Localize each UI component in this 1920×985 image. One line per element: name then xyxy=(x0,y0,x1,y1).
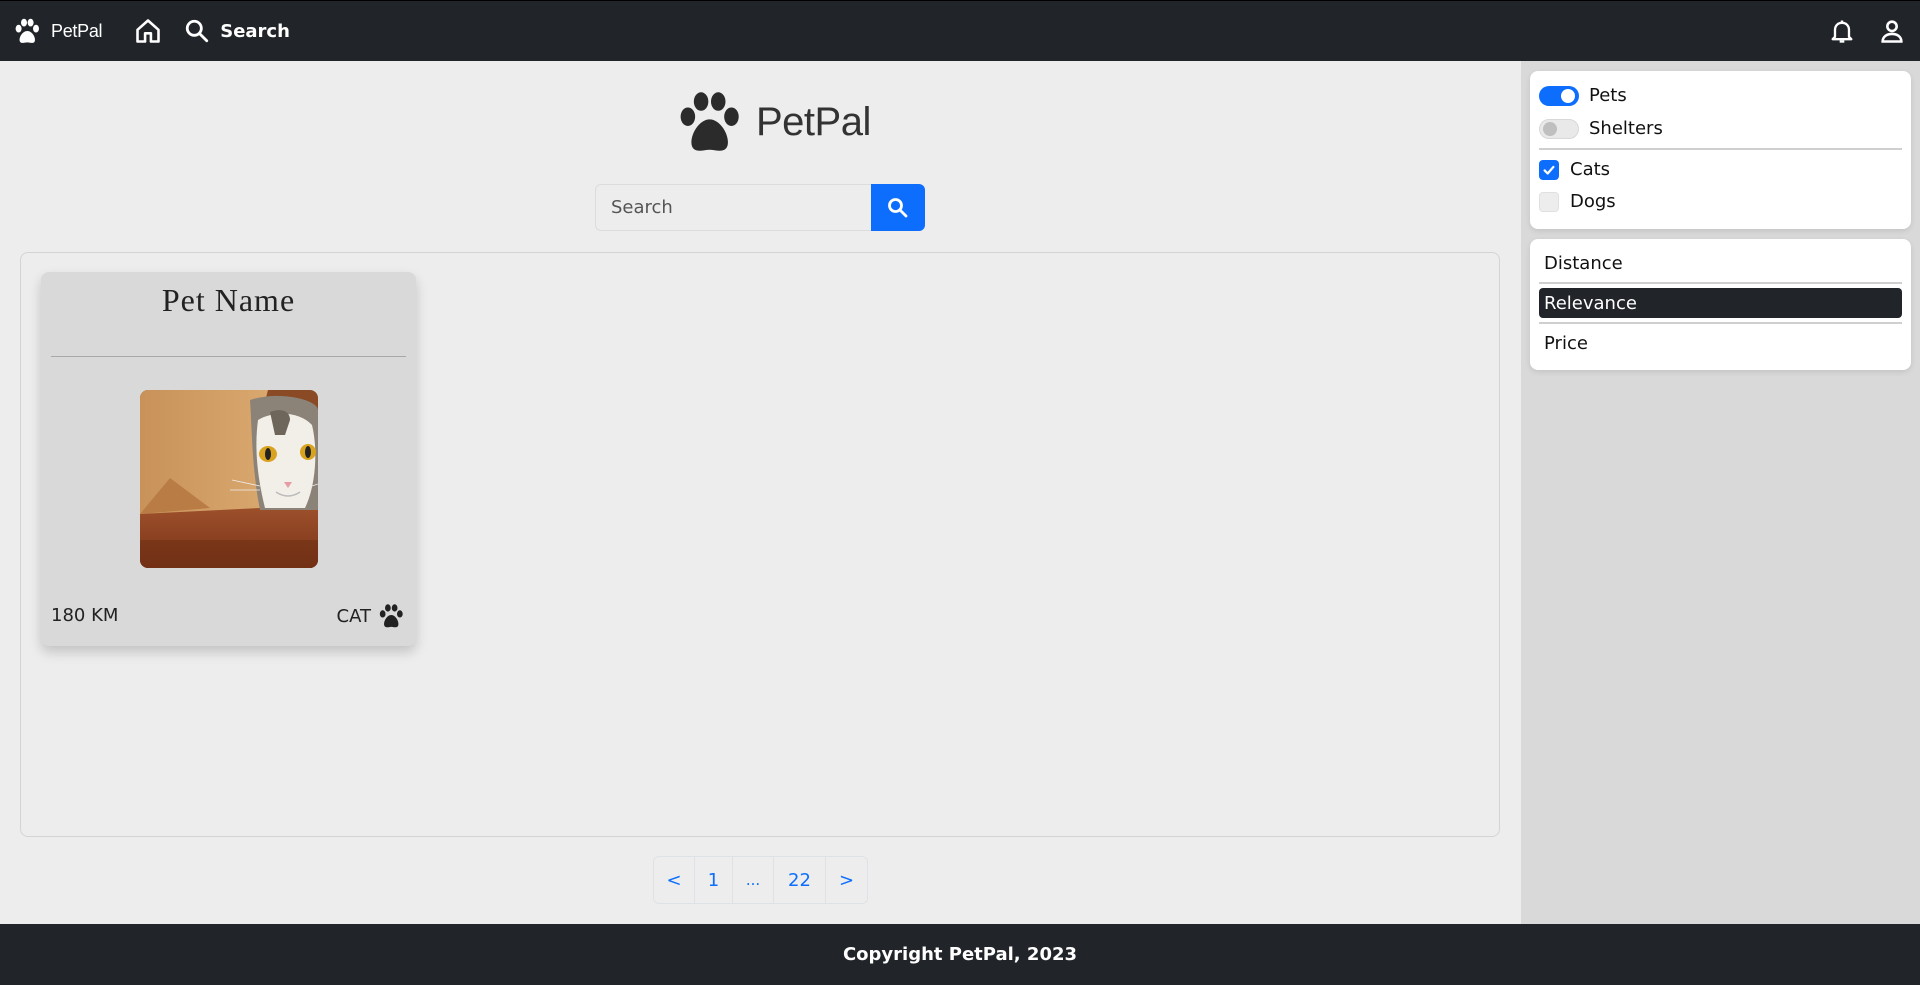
page-next[interactable]: > xyxy=(825,857,867,903)
toggle-pets[interactable]: Pets xyxy=(1539,85,1627,106)
sort-distance[interactable]: Distance xyxy=(1539,248,1902,278)
toggle-pets-label: Pets xyxy=(1589,85,1627,106)
pet-name: Pet Name xyxy=(161,282,296,318)
home-icon xyxy=(136,19,161,43)
nav-actions xyxy=(1828,17,1906,45)
sort-divider xyxy=(1539,322,1902,324)
brand-link[interactable]: PetPal xyxy=(12,16,103,46)
toggle-shelters-label: Shelters xyxy=(1589,118,1663,139)
paw-icon xyxy=(379,604,403,628)
page-22[interactable]: 22 xyxy=(773,857,825,903)
sort-divider xyxy=(1539,282,1902,284)
pet-distance: 180 KM xyxy=(51,605,119,626)
page-prev[interactable]: < xyxy=(654,857,694,903)
home-button[interactable] xyxy=(134,17,162,45)
checkmark-icon xyxy=(1543,165,1555,175)
check-cats[interactable]: Cats xyxy=(1539,159,1610,180)
pet-photo xyxy=(140,390,318,568)
sort-card: Distance Relevance Price xyxy=(1530,239,1911,370)
sort-relevance[interactable]: Relevance xyxy=(1539,288,1902,318)
hero-logo-text: PetPal xyxy=(756,99,871,144)
search-bar xyxy=(595,184,925,231)
pagination: < 1 ... 22 > xyxy=(653,856,868,904)
pet-card[interactable]: Pet Name 180 KM CAT xyxy=(41,272,416,646)
search-button[interactable] xyxy=(871,184,925,231)
cats-checkbox[interactable] xyxy=(1539,159,1559,180)
cat-in-paper-image xyxy=(140,390,318,568)
page-ellipsis: ... xyxy=(732,857,773,903)
bell-icon xyxy=(1831,20,1853,43)
copyright-text: Copyright PetPal, 2023 xyxy=(842,944,1078,965)
paw-icon xyxy=(680,92,739,151)
toggle-shelters[interactable]: Shelters xyxy=(1539,118,1663,139)
paw-icon xyxy=(15,18,39,43)
filter-sidebar: Pets Shelters Cats Dogs Distance Relevan… xyxy=(1521,61,1920,924)
nav-search-link[interactable]: Search xyxy=(184,18,290,44)
card-divider xyxy=(51,356,406,357)
main-content: PetPal Pet Name xyxy=(0,61,1521,924)
search-input[interactable] xyxy=(595,184,871,231)
pets-switch[interactable] xyxy=(1539,85,1579,106)
user-icon xyxy=(1881,20,1903,43)
dogs-checkbox[interactable] xyxy=(1539,191,1559,212)
nav-search-label: Search xyxy=(220,20,290,42)
pet-type-label: CAT xyxy=(336,605,371,627)
footer: Copyright PetPal, 2023 xyxy=(0,924,1920,985)
sort-price[interactable]: Price xyxy=(1539,328,1902,358)
check-dogs-label: Dogs xyxy=(1570,191,1616,212)
filter-divider xyxy=(1539,148,1902,150)
check-dogs[interactable]: Dogs xyxy=(1539,191,1616,212)
profile-button[interactable] xyxy=(1878,17,1906,45)
filter-card: Pets Shelters Cats Dogs xyxy=(1530,71,1911,229)
search-icon xyxy=(186,19,209,43)
search-icon xyxy=(888,197,908,217)
page-1[interactable]: 1 xyxy=(694,857,732,903)
brand-name: PetPal xyxy=(51,20,103,41)
shelters-switch[interactable] xyxy=(1539,118,1579,139)
top-navbar: PetPal Search xyxy=(0,0,1920,61)
pet-type: CAT xyxy=(337,603,404,629)
notifications-button[interactable] xyxy=(1828,17,1856,45)
hero-logo: PetPal xyxy=(676,89,871,155)
check-cats-label: Cats xyxy=(1570,159,1611,180)
